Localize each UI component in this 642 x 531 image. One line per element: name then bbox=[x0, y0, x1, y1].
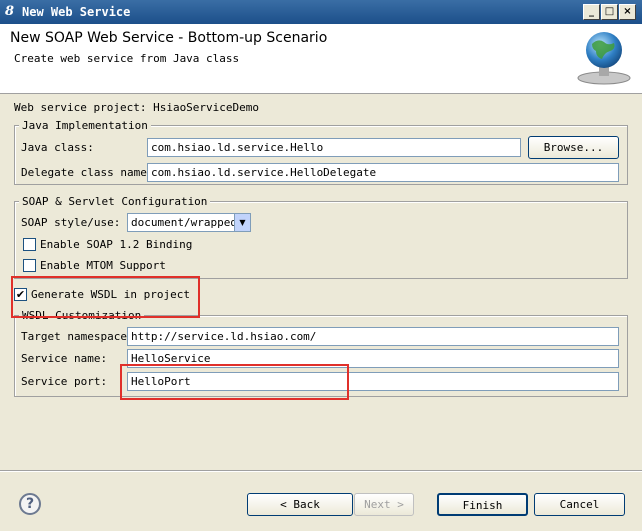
soap-style-value: document/wrapped bbox=[131, 216, 237, 229]
soap-style-label: SOAP style/use: bbox=[21, 216, 121, 229]
soap12-label: Enable SOAP 1.2 Binding bbox=[40, 238, 193, 251]
close-button[interactable]: × bbox=[619, 4, 636, 20]
mtom-label: Enable MTOM Support bbox=[40, 259, 166, 272]
back-button[interactable]: < Back bbox=[247, 493, 353, 516]
target-namespace-input[interactable]: http://service.ld.hsiao.com/ bbox=[127, 327, 619, 346]
service-port-label: Service port: bbox=[21, 375, 108, 388]
soap12-checkbox[interactable] bbox=[23, 238, 36, 251]
soap-style-select[interactable]: document/wrapped ▼ bbox=[127, 213, 251, 232]
java-implementation-legend: Java Implementation bbox=[19, 119, 151, 132]
footer-separator bbox=[0, 470, 642, 472]
cancel-button[interactable]: Cancel bbox=[534, 493, 625, 516]
browse-button[interactable]: Browse... bbox=[528, 136, 619, 159]
web-service-globe-icon bbox=[577, 32, 631, 85]
page-subtitle: Create web service from Java class bbox=[14, 52, 240, 65]
minimize-button[interactable]: _ bbox=[583, 4, 600, 20]
service-name-label: Service name: bbox=[21, 352, 108, 365]
next-button[interactable]: Next > bbox=[354, 493, 414, 516]
mtom-checkbox[interactable] bbox=[23, 259, 36, 272]
finish-button[interactable]: Finish bbox=[437, 493, 528, 516]
window-titlebar: 8 New Web Service _ □ × bbox=[0, 0, 642, 24]
service-port-highlight bbox=[120, 364, 349, 400]
java-class-input[interactable]: com.hsiao.ld.service.Hello bbox=[147, 138, 521, 157]
soap-servlet-legend: SOAP & Servlet Configuration bbox=[19, 195, 211, 208]
help-icon[interactable]: ? bbox=[19, 493, 41, 515]
maximize-button[interactable]: □ bbox=[601, 4, 618, 20]
page-title: New SOAP Web Service - Bottom-up Scenari… bbox=[10, 30, 328, 46]
generate-wsdl-highlight bbox=[11, 276, 200, 318]
wizard-header: New SOAP Web Service - Bottom-up Scenari… bbox=[0, 24, 642, 94]
delegate-class-input[interactable]: com.hsiao.ld.service.HelloDelegate bbox=[147, 163, 619, 182]
target-namespace-label: Target namespace: bbox=[21, 330, 134, 343]
window-title: New Web Service bbox=[22, 5, 131, 19]
project-label: Web service project: HsiaoServiceDemo bbox=[14, 101, 260, 114]
eclipse-icon: 8 bbox=[5, 4, 15, 19]
delegate-class-label: Delegate class name: bbox=[21, 166, 154, 179]
java-class-label: Java class: bbox=[21, 141, 94, 154]
chevron-down-icon[interactable]: ▼ bbox=[234, 214, 250, 231]
